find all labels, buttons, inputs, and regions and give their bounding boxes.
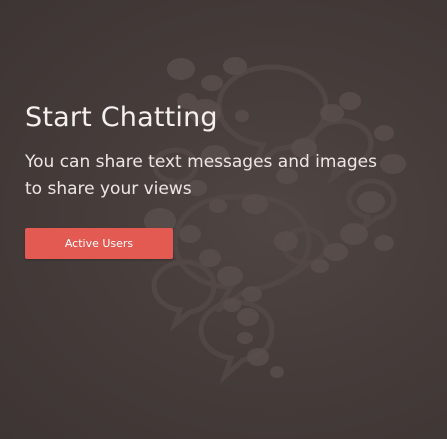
active-users-button[interactable]: Active Users xyxy=(25,228,173,259)
chat-bubbles-illustration xyxy=(136,57,406,385)
hero-subtitle: You can share text messages and images t… xyxy=(25,152,377,199)
hero-title: Start Chatting xyxy=(25,102,218,133)
hero-section: Start Chatting You can share text messag… xyxy=(25,101,425,203)
chat-welcome-screen: Start Chatting You can share text messag… xyxy=(0,0,447,439)
